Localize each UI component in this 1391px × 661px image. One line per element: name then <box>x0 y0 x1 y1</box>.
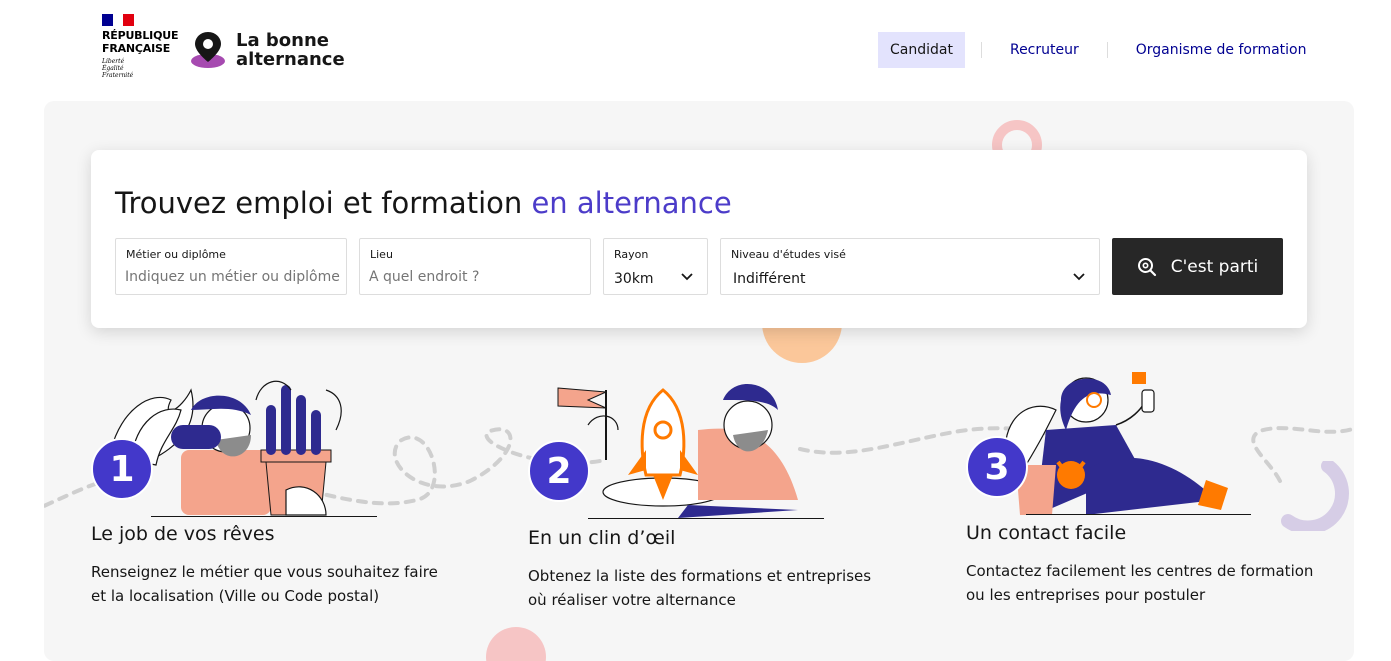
metier-label: Métier ou diplôme <box>126 248 226 261</box>
step-number-badge: 1 <box>91 438 153 500</box>
step-title: Le job de vos rêves <box>91 523 275 545</box>
rayon-label: Rayon <box>614 248 649 261</box>
step-title: Un contact facile <box>966 522 1127 544</box>
lieu-input[interactable] <box>369 269 589 285</box>
motto-egalite: Égalité <box>102 65 124 72</box>
search-title-main: Trouvez emploi et formation <box>115 186 532 220</box>
nav-recruteur[interactable]: Recruteur <box>998 32 1091 68</box>
step-underline <box>588 518 824 519</box>
brand-line1: La bonne <box>236 30 329 51</box>
step-2: 2 En un clin d’œil Obtenez la liste des … <box>528 370 908 630</box>
search-title: Trouvez emploi et formation en alternanc… <box>115 186 732 220</box>
step-description: Contactez facilement les centres de form… <box>966 562 1314 604</box>
site-header: RÉPUBLIQUE FRANÇAISE Liberté Égalité Fra… <box>0 0 1391 100</box>
niveau-label: Niveau d'études visé <box>731 248 846 261</box>
search-icon <box>1137 257 1156 276</box>
brand-line2: alternance <box>236 49 345 70</box>
step-3: 3 Un contact facile Contactez facilement… <box>966 370 1346 630</box>
search-submit-button[interactable]: C'est parti <box>1112 238 1283 295</box>
step-1: 1 Le job de vos rêves Renseignez le méti… <box>91 370 471 630</box>
republique-francaise-logo[interactable]: RÉPUBLIQUE FRANÇAISE Liberté Égalité Fra… <box>102 14 182 86</box>
step-title: En un clin d’œil <box>528 527 676 549</box>
search-title-accent: en alternance <box>531 186 732 220</box>
metier-input[interactable] <box>125 269 345 285</box>
lieu-label: Lieu <box>370 248 393 261</box>
brand-name[interactable]: La bonne alternance <box>236 31 345 69</box>
step-number-badge: 2 <box>528 440 590 502</box>
niveau-select[interactable]: Niveau d'études visé Indifférent <box>720 238 1100 295</box>
main-nav: Candidat Recruteur Organisme de formatio… <box>878 32 1319 68</box>
rayon-select[interactable]: Rayon 30km <box>603 238 708 295</box>
search-card: Trouvez emploi et formation en alternanc… <box>91 150 1307 328</box>
step-number-badge: 3 <box>966 436 1028 498</box>
step-underline <box>151 516 377 517</box>
chevron-down-icon <box>1073 273 1085 281</box>
map-pin-icon <box>191 32 225 68</box>
step-description: Renseignez le métier que vous souhaitez … <box>91 563 438 605</box>
nav-candidat[interactable]: Candidat <box>878 32 965 68</box>
gov-line1: RÉPUBLIQUE <box>102 29 179 42</box>
motto-liberte: Liberté <box>102 58 125 65</box>
orange-half-circle-decoration <box>762 323 842 363</box>
step-description: Obtenez la liste des formations et entre… <box>528 567 872 609</box>
lieu-field[interactable]: Lieu <box>359 238 591 295</box>
chevron-down-icon <box>681 273 693 281</box>
step-underline <box>1026 514 1251 515</box>
search-submit-label: C'est parti <box>1170 256 1259 277</box>
rayon-value: 30km <box>614 271 654 287</box>
metier-field[interactable]: Métier ou diplôme <box>115 238 347 295</box>
gov-line2: FRANÇAISE <box>102 42 171 55</box>
motto-fraternite: Fraternité <box>102 72 134 79</box>
niveau-value: Indifférent <box>733 271 806 287</box>
nav-divider <box>1106 42 1108 58</box>
nav-divider <box>980 42 982 58</box>
french-flag-icon <box>102 14 135 26</box>
nav-organisme-formation[interactable]: Organisme de formation <box>1124 32 1319 68</box>
